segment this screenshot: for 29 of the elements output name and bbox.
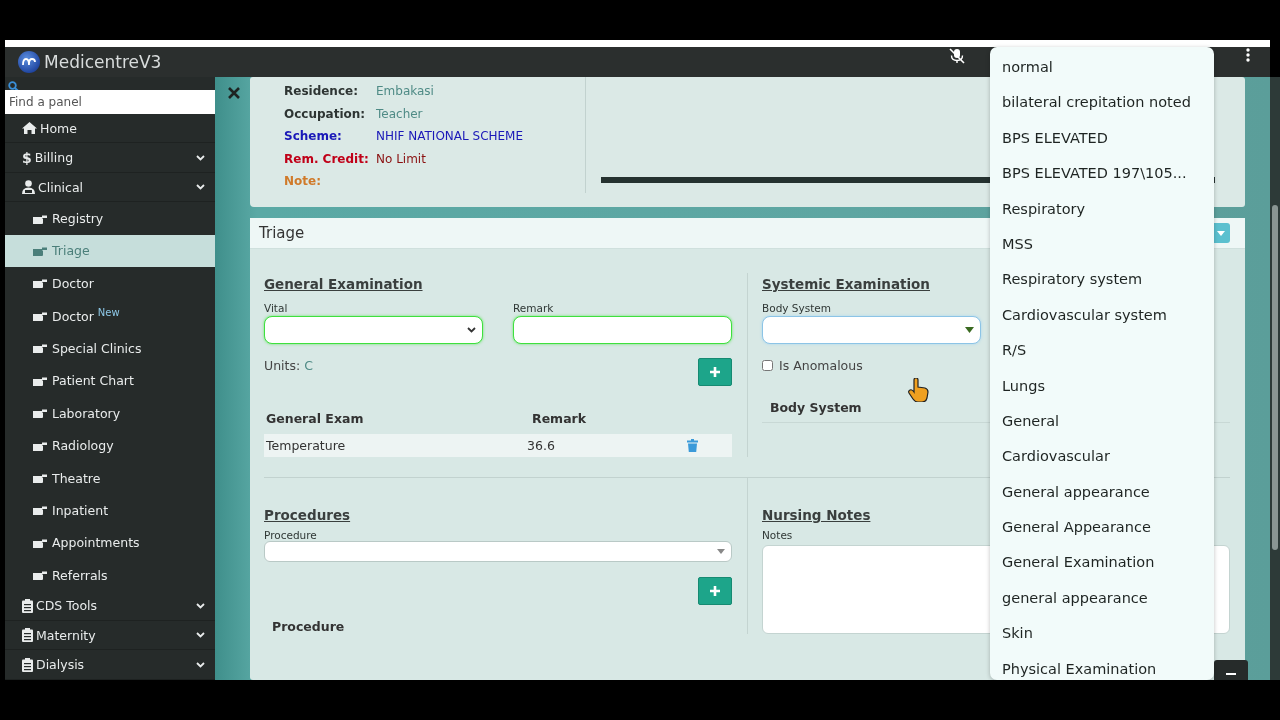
field-label: Scheme:: [284, 129, 343, 144]
units-text: Units: C: [264, 358, 313, 373]
card-title: Triage: [259, 224, 305, 242]
app-title: MedicentreV3: [44, 52, 162, 72]
field-value: NHIF NATIONAL SCHEME: [376, 129, 524, 144]
section-title: Procedures: [264, 506, 351, 525]
column-header: General Exam: [266, 410, 365, 426]
field-value: No Limit: [376, 151, 426, 166]
column-header: Remark: [532, 410, 587, 426]
section-title: General Examination: [264, 275, 423, 294]
section-title: Systemic Examination: [762, 275, 930, 294]
field-label: Rem. Credit:: [284, 151, 370, 166]
field-label: Residence:: [284, 84, 359, 99]
field-value: Embakasi: [376, 84, 434, 99]
dollar-icon: $: [22, 149, 32, 166]
table-cell-text: 36.6: [527, 438, 556, 453]
field-label: Procedure: [264, 529, 318, 541]
field-label: Remark: [513, 302, 555, 316]
field-label: Notes: [762, 529, 794, 542]
table-cell-text: Temperature: [266, 438, 347, 453]
field-label: Vital: [264, 302, 289, 316]
field-label: Note:: [284, 174, 322, 189]
field-label: Body System: [762, 302, 832, 316]
field-value: Teacher: [376, 106, 423, 121]
column-header: Procedure: [272, 619, 346, 634]
checkbox-label: Is Anomalous: [779, 357, 863, 373]
section-title: Nursing Notes: [762, 506, 871, 525]
field-label: Occupation:: [284, 106, 367, 121]
column-header: Body System: [770, 399, 862, 415]
